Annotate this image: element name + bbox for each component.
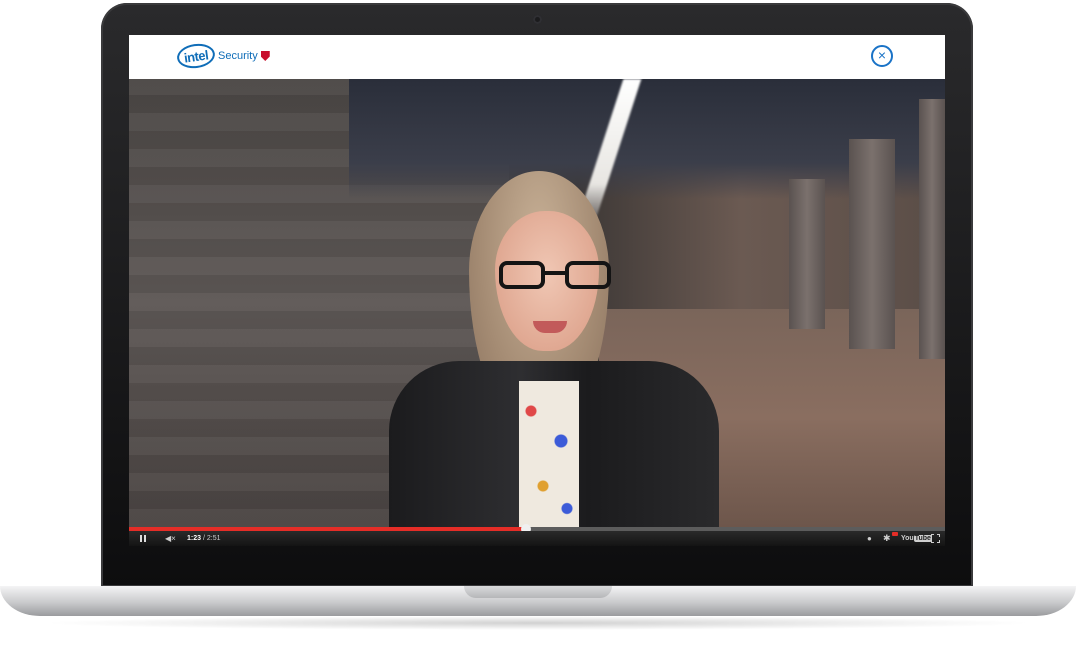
intel-logo-mark: intel [175, 41, 217, 71]
current-time: 1:23 [187, 535, 202, 542]
webcam [533, 15, 542, 24]
person-shirt [519, 381, 579, 527]
header-bar: intel Security × [129, 35, 945, 79]
gear-icon[interactable]: ✱ [883, 533, 891, 544]
screen: intel Security × ◀× 1:23 / 2:51 ● ✱ YouT… [129, 35, 945, 546]
youtube-you: You [901, 535, 914, 542]
close-button[interactable]: × [871, 45, 893, 67]
video-frame[interactable] [129, 79, 945, 527]
youtube-tube: Tube [913, 535, 932, 542]
laptop-shadow [40, 616, 1036, 630]
pause-icon[interactable] [140, 533, 148, 544]
video-person [369, 171, 729, 527]
info-icon[interactable]: ● [867, 533, 872, 544]
time-display: 1:23 / 2:51 [187, 533, 220, 544]
hd-badge [892, 532, 898, 536]
intel-security-logo: intel Security [175, 41, 270, 71]
person-glasses [499, 261, 619, 291]
fullscreen-icon[interactable] [931, 534, 940, 543]
duration: 2:51 [206, 535, 221, 542]
video-scene-pillar [849, 139, 895, 349]
mute-icon[interactable]: ◀× [165, 533, 176, 544]
video-scene-pillar [919, 99, 945, 359]
video-scene-pillar [789, 179, 825, 329]
laptop-base-notch [464, 586, 612, 598]
mcafee-shield-icon [260, 51, 270, 61]
player-controls: ◀× 1:23 / 2:51 ● ✱ YouTube [129, 531, 945, 546]
youtube-logo[interactable]: YouTube [901, 533, 932, 544]
close-icon: × [877, 47, 887, 63]
logo-text: Security [218, 50, 258, 62]
